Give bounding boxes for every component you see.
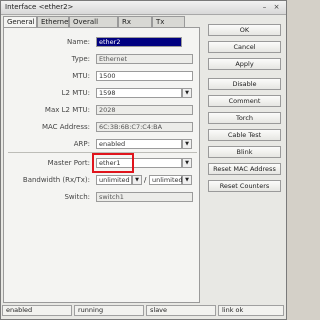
mtu-input[interactable]: 1500 [96, 71, 193, 81]
status-bar: enabled running slave link ok [1, 304, 286, 317]
close-button[interactable]: × [272, 3, 281, 11]
bandwidth-label: Bandwidth (Rx/Tx): [22, 176, 90, 184]
bandwidth-separator: / [144, 176, 147, 184]
arp-select[interactable]: enabled [96, 139, 182, 149]
reset-mac-address-button[interactable]: Reset MAC Address [208, 163, 281, 175]
mac-field: 6C:3B:6B:C7:C4:BA [96, 122, 193, 132]
max-l2mtu-label: Max L2 MTU: [44, 106, 90, 114]
disable-button[interactable]: Disable [208, 78, 281, 90]
arp-label: ARP: [73, 140, 90, 148]
tab-bar: General Ethernet Overall Stats Rx Stats … [3, 16, 200, 37]
minimize-button[interactable]: – [260, 3, 269, 11]
bandwidth-rx-dropdown[interactable]: ▼ [132, 175, 142, 185]
mtu-label: MTU: [72, 72, 90, 80]
mac-label: MAC Address: [41, 123, 90, 131]
interface-window: Interface <ether2> – × General Ethernet … [0, 0, 287, 320]
triangle-down-icon: ▼ [135, 177, 139, 183]
highlight-box [92, 153, 134, 173]
l2mtu-label: L2 MTU: [61, 89, 90, 97]
title-bar[interactable]: Interface <ether2> – × [1, 1, 286, 15]
window-title: Interface <ether2> [5, 3, 74, 11]
general-panel: Name: ether2 Type: Ethernet MTU: 1500 L2… [3, 27, 200, 303]
apply-button[interactable]: Apply [208, 58, 281, 70]
switch-label: Switch: [64, 193, 90, 201]
triangle-down-icon: ▼ [185, 90, 189, 96]
tab-tx-stats[interactable]: Tx Stats [152, 16, 185, 37]
blink-button[interactable]: Blink [208, 146, 281, 158]
status-running: running [74, 305, 144, 316]
torch-button[interactable]: Torch [208, 112, 281, 124]
tab-overall-stats[interactable]: Overall Stats [69, 16, 118, 37]
bandwidth-tx-dropdown[interactable]: ▼ [182, 175, 192, 185]
arp-dropdown[interactable]: ▼ [182, 139, 192, 149]
triangle-down-icon: ▼ [185, 160, 189, 166]
bandwidth-tx-select[interactable]: unlimited [149, 175, 183, 185]
bandwidth-rx-select[interactable]: unlimited [96, 175, 132, 185]
name-label: Name: [66, 38, 90, 46]
ok-button[interactable]: OK [208, 24, 281, 36]
status-enabled: enabled [2, 305, 72, 316]
triangle-down-icon: ▼ [185, 141, 189, 147]
cable-test-button[interactable]: Cable Test [208, 129, 281, 141]
reset-counters-button[interactable]: Reset Counters [208, 180, 281, 192]
master-port-dropdown[interactable]: ▼ [182, 158, 192, 168]
tab-ethernet[interactable]: Ethernet [37, 16, 71, 27]
status-slave: slave [146, 305, 216, 316]
type-label: Type: [71, 55, 90, 63]
status-link: link ok [218, 305, 284, 316]
max-l2mtu-field: 2028 [96, 105, 193, 115]
cancel-button[interactable]: Cancel [208, 41, 281, 53]
name-input[interactable]: ether2 [96, 37, 182, 47]
triangle-down-icon: ▼ [185, 177, 189, 183]
master-port-label: Master Port: [47, 159, 90, 167]
l2mtu-dropdown[interactable]: ▼ [182, 88, 192, 98]
switch-field: switch1 [96, 192, 193, 202]
comment-button[interactable]: Comment [208, 95, 281, 107]
l2mtu-input[interactable]: 1598 [96, 88, 182, 98]
tab-rx-stats[interactable]: Rx Stats [118, 16, 152, 37]
type-field: Ethernet [96, 54, 193, 64]
